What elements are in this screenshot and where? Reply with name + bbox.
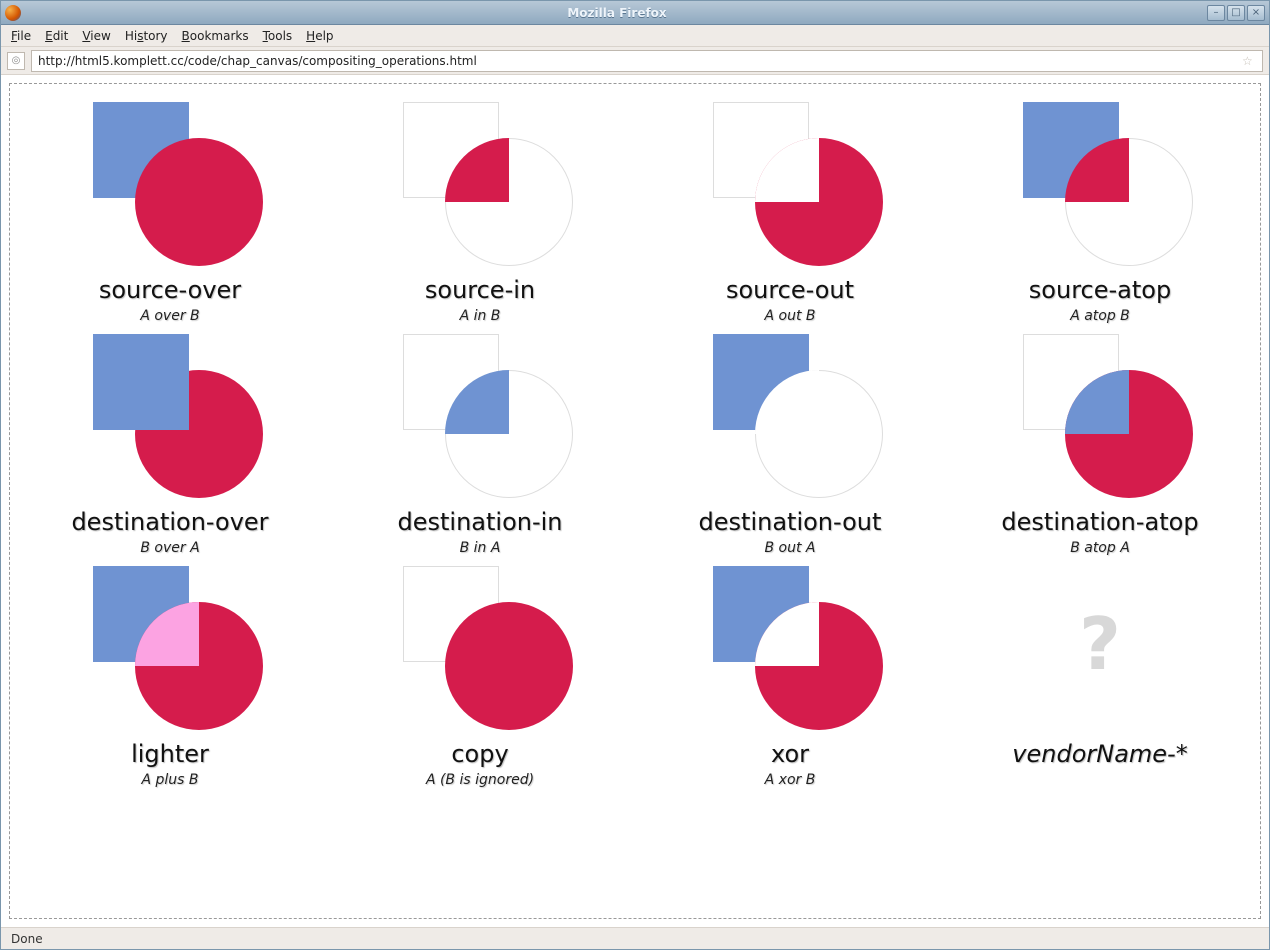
menu-help[interactable]: Help	[306, 29, 333, 43]
square	[93, 334, 189, 430]
op-title: source-atop	[1029, 276, 1171, 304]
op-title: xor	[771, 740, 809, 768]
cell-source-in: source-in A in B	[330, 92, 630, 324]
figure-destination-out	[695, 330, 885, 500]
identity-icon[interactable]: ◎	[7, 52, 25, 70]
gallery: source-over A over B source-in A in B	[9, 83, 1261, 919]
op-sub: A atop B	[1070, 308, 1130, 324]
figure-source-atop	[1005, 98, 1195, 268]
toolbar: ◎ http://html5.komplett.cc/code/chap_can…	[1, 47, 1269, 75]
cell-copy: copy A (B is ignored)	[330, 556, 630, 788]
menu-view[interactable]: View	[82, 29, 110, 43]
figure-source-over	[75, 98, 265, 268]
op-sub: A xor B	[765, 772, 816, 788]
figure-xor	[695, 562, 885, 732]
op-title: source-out	[726, 276, 854, 304]
menu-history[interactable]: History	[125, 29, 168, 43]
menu-file[interactable]: File	[11, 29, 31, 43]
figure-copy	[385, 562, 575, 732]
cell-xor: xor A xor B	[640, 556, 940, 788]
url-input[interactable]: http://html5.komplett.cc/code/chap_canva…	[31, 50, 1263, 72]
op-sub: A plus B	[141, 772, 198, 788]
cell-destination-atop: destination-atop B atop A	[950, 324, 1250, 556]
cell-source-atop: source-atop A atop B	[950, 92, 1250, 324]
cell-source-out: source-out A out B	[640, 92, 940, 324]
cell-destination-over: destination-over B over A	[20, 324, 320, 556]
figure-destination-in	[385, 330, 575, 500]
figure-lighter	[75, 562, 265, 732]
status-text: Done	[11, 932, 43, 946]
firefox-icon	[5, 5, 21, 21]
op-sub: B atop A	[1070, 540, 1130, 556]
window-controls: – □ ×	[1207, 5, 1265, 21]
figure-destination-over	[75, 330, 265, 500]
close-button[interactable]: ×	[1247, 5, 1265, 21]
op-title: source-over	[99, 276, 241, 304]
op-sub: B out A	[764, 540, 815, 556]
cell-vendorname: ? vendorName-*	[950, 556, 1250, 788]
menu-tools[interactable]: Tools	[263, 29, 293, 43]
compositing-grid: source-over A over B source-in A in B	[20, 92, 1250, 788]
op-title: lighter	[131, 740, 209, 768]
browser-window: Mozilla Firefox – □ × File Edit View His…	[0, 0, 1270, 950]
minimize-button[interactable]: –	[1207, 5, 1225, 21]
maximize-button[interactable]: □	[1227, 5, 1245, 21]
op-title: destination-out	[699, 508, 882, 536]
cell-destination-in: destination-in B in A	[330, 324, 630, 556]
question-icon: ?	[1005, 602, 1195, 686]
op-sub: B in A	[460, 540, 501, 556]
titlebar: Mozilla Firefox – □ ×	[1, 1, 1269, 25]
figure-source-in	[385, 98, 575, 268]
op-title: destination-atop	[1001, 508, 1198, 536]
cell-source-over: source-over A over B	[20, 92, 320, 324]
page-content: source-over A over B source-in A in B	[1, 75, 1269, 927]
circle	[135, 138, 263, 266]
op-sub: A in B	[460, 308, 501, 324]
cell-lighter: lighter A plus B	[20, 556, 320, 788]
figure-vendorname: ?	[1005, 562, 1195, 732]
op-title: copy	[451, 740, 508, 768]
menu-edit[interactable]: Edit	[45, 29, 68, 43]
cell-destination-out: destination-out B out A	[640, 324, 940, 556]
bookmark-star-icon[interactable]: ☆	[1242, 54, 1256, 68]
statusbar: Done	[1, 927, 1269, 949]
figure-destination-atop	[1005, 330, 1195, 500]
menu-bookmarks[interactable]: Bookmarks	[182, 29, 249, 43]
op-sub: A over B	[140, 308, 199, 324]
op-sub: A (B is ignored)	[426, 772, 534, 788]
op-title: destination-in	[397, 508, 562, 536]
window-title: Mozilla Firefox	[27, 6, 1207, 20]
op-sub: B over A	[140, 540, 199, 556]
op-title: destination-over	[71, 508, 268, 536]
op-title: source-in	[425, 276, 535, 304]
menubar: File Edit View History Bookmarks Tools H…	[1, 25, 1269, 47]
url-text: http://html5.komplett.cc/code/chap_canva…	[38, 54, 477, 68]
op-sub: A out B	[764, 308, 815, 324]
op-title: vendorName-*	[1012, 740, 1187, 768]
figure-source-out	[695, 98, 885, 268]
circle	[445, 602, 573, 730]
